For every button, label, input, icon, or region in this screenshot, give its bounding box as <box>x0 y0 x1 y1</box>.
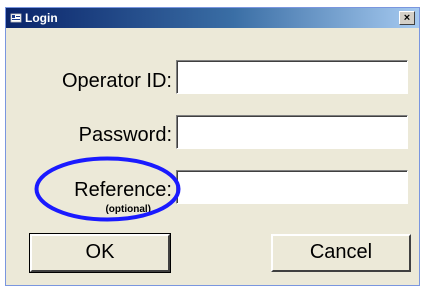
ok-button[interactable]: OK <box>29 233 171 273</box>
cancel-button[interactable]: Cancel <box>271 234 411 272</box>
close-button[interactable]: × <box>399 11 415 25</box>
title-bar[interactable]: Login × <box>6 8 419 28</box>
window-title: Login <box>25 11 58 25</box>
reference-highlight-ring <box>34 156 181 222</box>
operator-id-label: Operator ID: <box>61 70 172 92</box>
operator-id-field[interactable] <box>176 60 408 94</box>
password-label: Password: <box>78 124 172 146</box>
password-field[interactable] <box>176 115 408 149</box>
login-dialog: Login × Operator ID: Password: Reference… <box>5 7 420 286</box>
close-icon: × <box>403 12 411 24</box>
reference-field[interactable] <box>176 170 408 204</box>
login-window-icon <box>10 13 22 23</box>
